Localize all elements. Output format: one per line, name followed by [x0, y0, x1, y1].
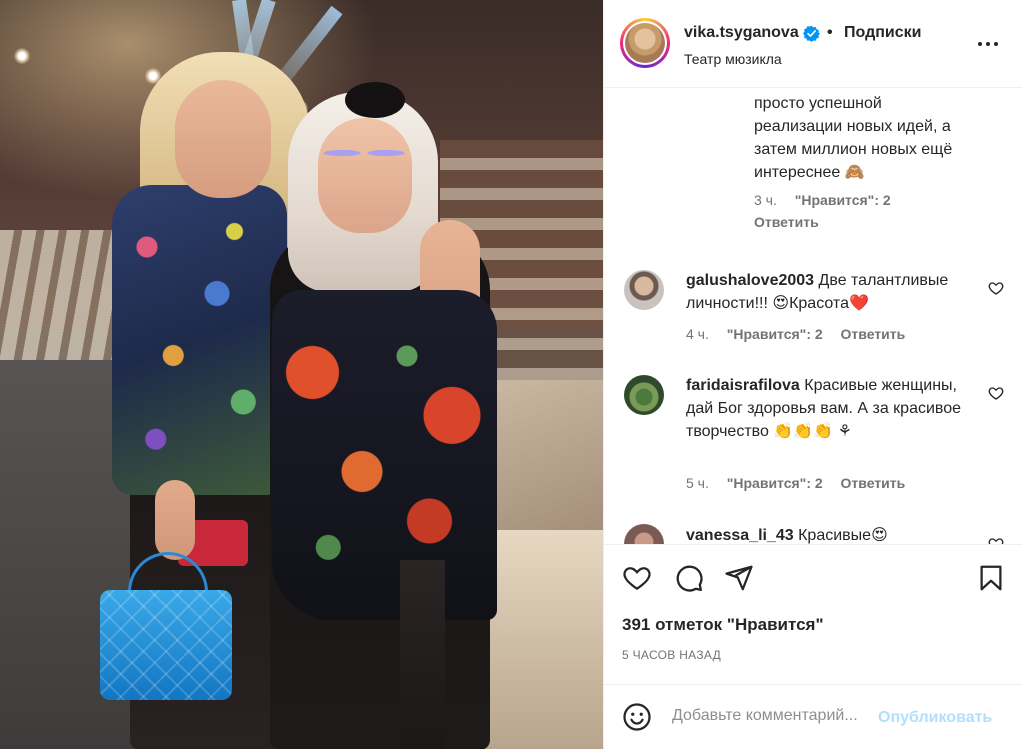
tinted-glasses: [320, 142, 408, 164]
reply-line: затем миллион новых ещё: [754, 141, 953, 158]
comment-meta: 5 ч. "Нравится": 2 Ответить: [686, 475, 905, 491]
comment-time: 5 ч.: [686, 475, 709, 491]
comment-input[interactable]: [672, 707, 872, 725]
commenter-username[interactable]: vanessa_li_43: [686, 527, 794, 544]
likes-count[interactable]: 391 отметок "Нравится": [622, 615, 824, 635]
add-comment-bar: Опубликовать: [604, 684, 1022, 749]
comment-body: vanessa_li_43 Красивые😍: [686, 524, 976, 544]
commenter-username[interactable]: faridaisrafilova: [686, 377, 800, 394]
post-timestamp[interactable]: 5 ЧАСОВ НАЗАД: [622, 648, 721, 662]
comment-icon[interactable]: [674, 563, 704, 593]
reply-button[interactable]: Ответить: [841, 326, 906, 342]
post-location[interactable]: Театр мюзикла: [684, 51, 782, 67]
commenter-avatar[interactable]: [624, 375, 664, 415]
reply-button[interactable]: Ответить: [754, 214, 819, 230]
comments-list[interactable]: просто успешной реализации новых идей, а…: [604, 88, 1022, 544]
woman-left-hand: [155, 480, 195, 560]
reply-button[interactable]: Ответить: [841, 475, 906, 491]
reply-line: интереснее 🙈: [754, 164, 865, 181]
header-separator: •: [827, 24, 833, 41]
comment-likes[interactable]: "Нравится": 2: [795, 192, 891, 208]
author-username[interactable]: vika.tsyganova: [684, 24, 799, 42]
comment-text: Красивые😍: [798, 527, 888, 544]
author-avatar[interactable]: [620, 18, 670, 68]
comment-time: 4 ч.: [686, 326, 709, 342]
comment-likes[interactable]: "Нравится": 2: [727, 475, 823, 491]
woman-right-face: [318, 118, 412, 233]
post-header: vika.tsyganova • Подписки Театр мюзикла: [604, 0, 1022, 88]
post-actions: 391 отметок "Нравится" 5 ЧАСОВ НАЗАД: [604, 544, 1022, 684]
woman-left-face: [175, 80, 271, 198]
foreground-chair: [480, 530, 603, 749]
instagram-post: vika.tsyganova • Подписки Театр мюзикла …: [0, 0, 1022, 749]
reply-meta: Ответить: [754, 214, 819, 230]
floral-shawl: [272, 290, 497, 620]
share-icon[interactable]: [724, 563, 754, 593]
theater-seats: [0, 230, 130, 360]
comment-meta: 4 ч. "Нравится": 2 Ответить: [686, 326, 905, 342]
reply-meta: 3 ч. "Нравится": 2: [754, 192, 891, 208]
woman-right-leg: [400, 560, 445, 749]
more-options-icon[interactable]: [974, 30, 1002, 58]
following-button[interactable]: Подписки: [844, 24, 921, 42]
reply-line: просто успешной: [754, 95, 882, 112]
comment-like-heart-icon[interactable]: [988, 536, 1004, 544]
post-photo[interactable]: [0, 0, 603, 749]
verified-badge-icon: [803, 25, 820, 42]
comment-body: galushalove2003 Две талантливые личности…: [686, 269, 976, 315]
comment-like-heart-icon[interactable]: [988, 280, 1004, 296]
reply-line: реализации новых идей, а: [754, 118, 951, 135]
stage-lamp: [14, 48, 30, 64]
comment-likes[interactable]: "Нравится": 2: [727, 326, 823, 342]
post-sidebar: vika.tsyganova • Подписки Театр мюзикла …: [603, 0, 1022, 749]
comment-body: faridaisrafilova Красивые женщины, дай Б…: [686, 374, 976, 443]
emoji-icon[interactable]: [622, 702, 652, 732]
avatar-image: [625, 23, 665, 63]
commenter-avatar[interactable]: [624, 270, 664, 310]
commenter-avatar[interactable]: [624, 524, 664, 544]
publish-button[interactable]: Опубликовать: [878, 709, 992, 727]
bookmark-icon[interactable]: [976, 563, 1006, 593]
commenter-username[interactable]: galushalove2003: [686, 272, 814, 289]
comment-like-heart-icon[interactable]: [988, 385, 1004, 401]
woman-left-floral-jacket: [112, 185, 287, 495]
reply-comment-text: просто успешной реализации новых идей, а…: [754, 92, 994, 184]
blue-quilted-bag: [100, 590, 232, 700]
comment-time: 3 ч.: [754, 192, 777, 208]
heart-icon[interactable]: [622, 563, 652, 593]
hair-bow: [345, 82, 405, 118]
